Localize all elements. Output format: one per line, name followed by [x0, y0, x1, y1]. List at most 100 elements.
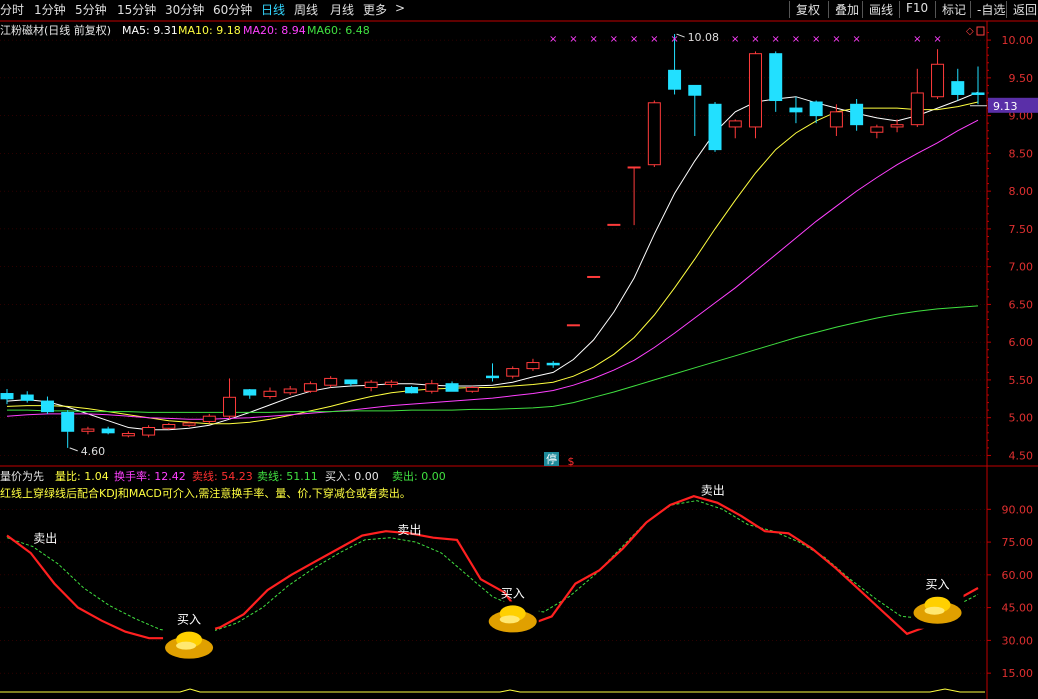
candle-body	[486, 375, 499, 379]
volume-baseline	[0, 688, 985, 693]
signal-x-mark: ×	[670, 34, 678, 45]
candle-body	[506, 368, 520, 377]
low-label: 4.60	[81, 445, 106, 458]
candle-body	[364, 381, 378, 388]
signal-x-mark: ×	[792, 34, 800, 45]
ingot-shine	[176, 641, 197, 650]
candle-body	[243, 389, 257, 396]
signal-x-mark: ×	[751, 34, 759, 45]
candle-body	[81, 428, 95, 432]
y-tick-label: 10.00	[1002, 34, 1034, 47]
low-pointer	[69, 447, 78, 452]
sub-y-tick-label: 75.00	[1002, 536, 1034, 549]
s-label: $	[568, 455, 575, 468]
candle-body	[162, 423, 176, 429]
sub-y-tick-label: 30.00	[1002, 634, 1034, 647]
signal-x-mark: ×	[549, 34, 557, 45]
candle-body	[526, 362, 540, 370]
buy-line-label: 卖线: 51.11	[257, 469, 318, 483]
candle-body	[587, 275, 601, 278]
candle-body	[465, 386, 479, 392]
candles	[0, 34, 985, 448]
candle-body	[728, 120, 742, 128]
y-tick-label: 5.50	[1009, 374, 1034, 387]
candle-body	[546, 362, 560, 366]
candle-body	[829, 111, 843, 128]
candle-body	[971, 92, 985, 95]
indicator-note: 红线上穿绿线后配合KDJ和MACD可介入,需注意换手率、量、价,下穿减仓或者卖出…	[0, 486, 411, 500]
ingot-shine	[499, 615, 520, 624]
signal-x-mark: ×	[650, 34, 658, 45]
signal-x-mark: ×	[772, 34, 780, 45]
sub-y-tick-label: 90.00	[1002, 503, 1034, 516]
indicator-panel: 量价为先 量比: 1.04 换手率: 12.42 卖线: 54.23 卖线: 51.11…	[0, 469, 985, 693]
candle-body	[910, 92, 924, 126]
high-label: 10.08	[688, 31, 720, 44]
candle-body	[809, 101, 823, 117]
y-tick-label: 6.00	[1009, 336, 1034, 349]
candle-body	[202, 415, 216, 422]
candle-body	[425, 383, 439, 392]
candle-body	[951, 81, 965, 95]
signal-x-mark: ×	[812, 34, 820, 45]
candle-body	[142, 427, 156, 436]
candle-body	[688, 84, 702, 96]
turnover-label: 换手率: 12.42	[114, 469, 186, 483]
ma-line-MA60	[7, 305, 979, 413]
candle-body	[647, 102, 661, 166]
candle-body	[668, 69, 682, 90]
sub-y-tick-label: 15.00	[1002, 667, 1034, 680]
buy-label: 买入: 0.00	[325, 470, 379, 483]
y-tick-label: 9.50	[1009, 72, 1034, 85]
y-tick-label: 5.00	[1009, 412, 1034, 425]
candle-body	[445, 383, 459, 392]
y-tick-label: 7.00	[1009, 261, 1034, 274]
gold-ingot-icon	[911, 592, 964, 629]
signal-x-mark: ×	[569, 34, 577, 45]
candle-body	[182, 422, 196, 426]
indicator-title: 量价为先	[0, 470, 44, 483]
y-tick-label: 8.00	[1009, 185, 1034, 198]
signal-x-mark: ×	[630, 34, 638, 45]
buy-marker-label: 买入	[926, 578, 950, 592]
candle-body	[20, 394, 34, 401]
y-axis: 4.505.005.506.006.507.007.508.008.509.00…	[987, 32, 1034, 680]
signal-x-mark: ×	[933, 34, 941, 45]
ma60-label: MA60: 6.48	[307, 24, 370, 37]
square-icon	[976, 26, 985, 36]
ingot-shine	[924, 606, 945, 615]
signal-x-mark: ×	[832, 34, 840, 45]
sell-marker: 卖出	[397, 523, 421, 537]
sell-marker: 卖出	[33, 532, 57, 546]
candle-body	[931, 63, 945, 98]
gold-ingot-icon	[486, 601, 539, 638]
stop-label: 停	[546, 452, 557, 466]
labels: 10.08 4.60 × × × × × × × × × × × × × × × × 9.13 江粉磁材(日线 前复权…	[0, 23, 1038, 468]
stock-title: 江粉磁材(日线 前复权)	[0, 23, 111, 37]
y-tick-label: 4.50	[1009, 449, 1034, 462]
candle-body	[324, 377, 338, 386]
diamond-icon: ◇	[966, 26, 974, 37]
candle-body	[384, 381, 398, 385]
ma10-label: MA10: 9.18	[178, 24, 241, 37]
candle-body	[283, 388, 297, 394]
signal-x-mark: ×	[913, 34, 921, 45]
sub-y-tick-label: 60.00	[1002, 569, 1034, 582]
candle-body	[890, 124, 904, 128]
sell-label: 卖出: 0.00	[392, 469, 446, 483]
candle-body	[40, 400, 54, 413]
candle-body	[748, 53, 762, 128]
gold-ingot-icon	[163, 627, 216, 664]
signal-x-mark: ×	[610, 34, 618, 45]
candle-body	[627, 166, 641, 169]
current-price-label: 9.13	[993, 100, 1018, 113]
candle-body	[870, 126, 884, 133]
stock-chart: 4.505.005.506.006.507.007.508.008.509.00…	[0, 20, 1038, 699]
candle-body	[121, 433, 135, 437]
signal-x-mark: ×	[731, 34, 739, 45]
candle-body	[303, 383, 317, 392]
sell-line-label: 卖线: 54.23	[192, 469, 253, 483]
candle-body	[405, 386, 419, 394]
candle-body	[344, 379, 358, 385]
candle-body	[789, 107, 803, 113]
